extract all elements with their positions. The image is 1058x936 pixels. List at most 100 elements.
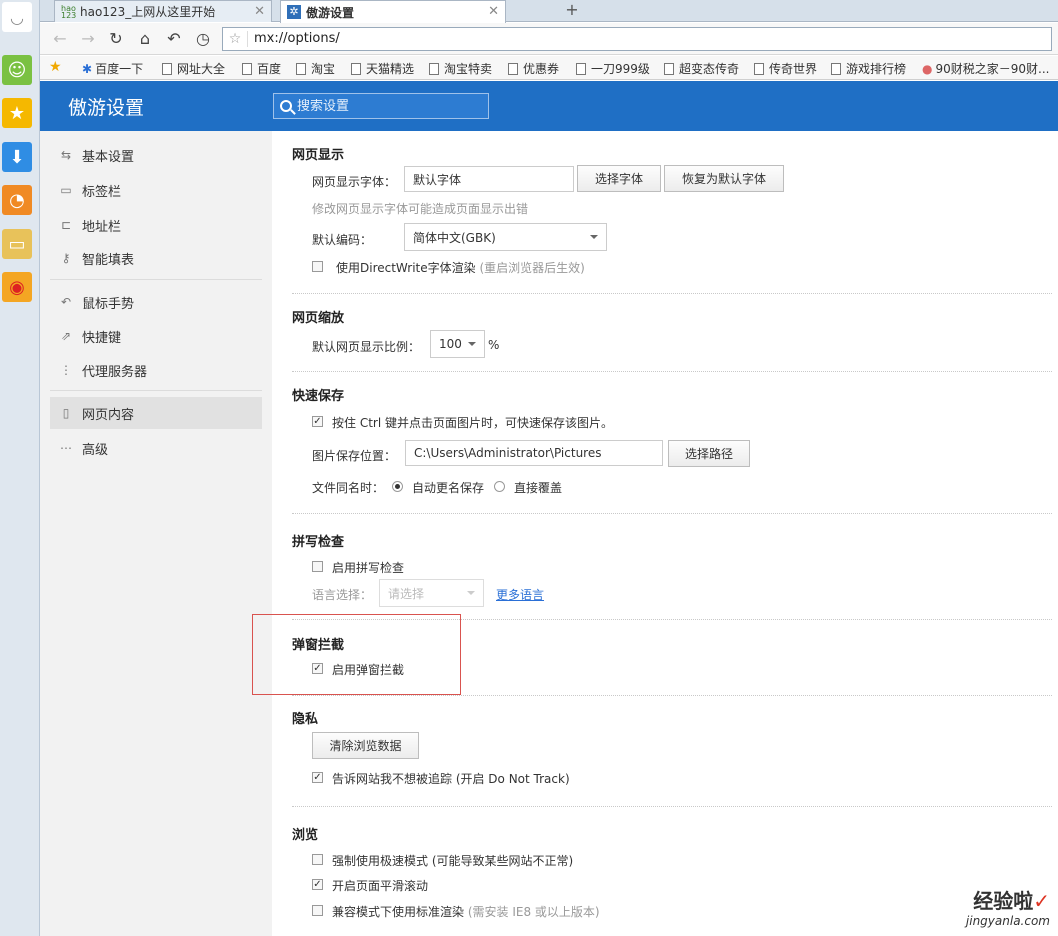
emoji-app-icon[interactable]: ☺	[2, 55, 32, 85]
choose-font-button[interactable]: 选择字体	[577, 165, 661, 192]
sidebar-item-address[interactable]: ⊏ 地址栏	[50, 209, 262, 241]
compat-checkbox[interactable]	[312, 905, 323, 916]
bookmark-item[interactable]: 一刀999级	[576, 60, 650, 77]
font-field[interactable]: 默认字体	[404, 166, 574, 192]
bookmark-item[interactable]: 游戏排行榜	[831, 60, 906, 77]
new-tab-button[interactable]: +	[558, 0, 586, 22]
compat-text: 兼容模式下使用标准渲染	[332, 905, 465, 919]
bookmark-item[interactable]: 网址大全	[162, 60, 225, 77]
divider	[50, 390, 262, 391]
baidu-paw-icon: ✱	[82, 61, 93, 76]
bookmark-label: 淘宝特卖	[444, 62, 493, 76]
zoom-select[interactable]: 100	[430, 330, 485, 358]
sidebar-item-label: 高级	[82, 442, 109, 458]
sidebar-item-autofill[interactable]: ⚷ 智能填表	[50, 242, 262, 274]
section-divider	[292, 806, 1052, 807]
rss-app-icon[interactable]: ◔	[2, 185, 32, 215]
notes-app-icon[interactable]: ▭	[2, 229, 32, 259]
bookmark-label: 超变态传奇	[679, 62, 740, 76]
language-placeholder: 请选择	[388, 586, 425, 601]
weibo-app-icon[interactable]: ◉	[2, 272, 32, 302]
popup-block-checkbox[interactable]: ✓	[312, 663, 323, 674]
tab-strip: hao 123 hao123_上网从这里开始 ✕ ✲ 傲游设置 ✕ +	[40, 0, 1058, 23]
tabs-icon: ▭	[60, 183, 72, 197]
favorites-app-icon[interactable]: ★	[2, 98, 32, 128]
zoom-unit: %	[488, 338, 500, 352]
tab-hao123[interactable]: hao 123 hao123_上网从这里开始 ✕	[54, 0, 272, 22]
dup-overwrite-label: 直接覆盖	[514, 481, 563, 495]
close-icon[interactable]: ✕	[488, 4, 499, 19]
directwrite-text: 使用DirectWrite字体渲染	[336, 261, 476, 275]
sidebar-item-label: 标签栏	[82, 184, 122, 200]
address-bar[interactable]: ☆ mx://options/	[222, 27, 1052, 51]
sidebar-item-label: 鼠标手势	[82, 296, 135, 312]
dnt-checkbox[interactable]: ✓	[312, 772, 323, 783]
url-text[interactable]: mx://options/	[247, 31, 340, 47]
save-path-field[interactable]: C:\Users\Administrator\Pictures	[405, 440, 663, 466]
forward-icon[interactable]: →	[78, 29, 98, 49]
home-icon[interactable]: ⌂	[135, 29, 155, 49]
bookmark-label: 90财税之家－90财...	[935, 62, 1050, 76]
ctrl-save-checkbox[interactable]: ✓	[312, 416, 323, 427]
page-icon	[508, 62, 518, 75]
bookmark-item[interactable]: 淘宝	[296, 60, 335, 77]
favorites-star-icon[interactable]: ★	[49, 59, 62, 75]
search-box[interactable]	[273, 93, 489, 119]
download-app-icon[interactable]: ⬇	[2, 142, 32, 172]
sidebar-item-content[interactable]: ▯ 网页内容	[50, 397, 262, 429]
bookmark-item[interactable]: 百度	[242, 60, 281, 77]
spellcheck-checkbox[interactable]	[312, 561, 323, 572]
gesture-icon: ↶	[60, 295, 72, 309]
section-title-privacy: 隐私	[292, 712, 319, 727]
bookmark-item[interactable]: 传奇世界	[754, 60, 817, 77]
bookmark-item[interactable]: 超变态传奇	[664, 60, 739, 77]
key-icon: ⚷	[61, 251, 71, 265]
sidebar-item-tabs[interactable]: ▭ 标签栏	[50, 174, 262, 206]
bookmark-item[interactable]: 天猫精选	[351, 60, 414, 77]
bookmark-item[interactable]: 优惠券	[508, 60, 559, 77]
language-select[interactable]: 请选择	[379, 579, 484, 607]
bookmark-item[interactable]: 淘宝特卖	[429, 60, 492, 77]
search-input[interactable]	[297, 98, 477, 114]
encoding-label: 默认编码：	[312, 233, 373, 247]
back-icon[interactable]: ←	[50, 29, 70, 49]
choose-path-button[interactable]: 选择路径	[668, 440, 750, 467]
save-path-label: 图片保存位置：	[312, 449, 397, 463]
chevron-down-icon	[590, 235, 598, 239]
compat-label: 兼容模式下使用标准渲染 (需安装 IE8 或以上版本)	[332, 903, 600, 920]
clear-data-button[interactable]: 清除浏览数据	[312, 732, 419, 759]
divider	[50, 279, 262, 280]
language-label: 语言选择：	[312, 588, 373, 602]
smooth-scroll-checkbox[interactable]: ✓	[312, 879, 323, 890]
maxthon-settings-icon: ✲	[287, 5, 301, 19]
bookmark-item[interactable]: ✱ 百度一下	[82, 60, 143, 77]
smooth-scroll-label: 开启页面平滑滚动	[332, 879, 429, 893]
sidebar-item-advanced[interactable]: ⋯ 高级	[50, 432, 262, 464]
bookmark-label: 游戏排行榜	[846, 62, 907, 76]
sidebar-item-gestures[interactable]: ↶ 鼠标手势	[50, 286, 262, 318]
undo-icon[interactable]: ↶	[164, 29, 184, 49]
dup-overwrite-radio[interactable]	[494, 481, 505, 492]
reset-font-button[interactable]: 恢复为默认字体	[664, 165, 784, 192]
shortcut-icon: ⇗	[60, 329, 72, 343]
tab-settings[interactable]: ✲ 傲游设置 ✕	[280, 0, 506, 23]
directwrite-checkbox[interactable]	[312, 261, 323, 272]
more-languages-link[interactable]: 更多语言	[496, 586, 544, 603]
encoding-select[interactable]: 简体中文(GBK)	[404, 223, 607, 251]
refresh-icon[interactable]: ↻	[106, 29, 126, 49]
history-icon[interactable]: ◷	[193, 29, 213, 49]
turbo-checkbox[interactable]	[312, 854, 323, 865]
close-icon[interactable]: ✕	[254, 4, 265, 19]
sidebar-item-proxy[interactable]: ⋮ 代理服务器	[50, 354, 262, 386]
dup-auto-radio[interactable]	[392, 481, 403, 492]
page-icon	[351, 62, 361, 75]
zoom-value: 100	[439, 337, 462, 351]
bookmark-label: 传奇世界	[769, 62, 818, 76]
sidebar-item-shortcuts[interactable]: ⇗ 快捷键	[50, 320, 262, 352]
star-icon[interactable]: ☆	[223, 31, 247, 47]
smiley-app-icon[interactable]: ◡	[2, 2, 32, 32]
sidebar-item-basic[interactable]: ⇆ 基本设置	[50, 139, 262, 171]
watermark: 经验啦✓ jingyanla.com	[966, 885, 1050, 928]
bookmark-item[interactable]: ● 90财税之家－90财...	[922, 60, 1049, 77]
section-title-popup: 弹窗拦截	[292, 638, 345, 653]
